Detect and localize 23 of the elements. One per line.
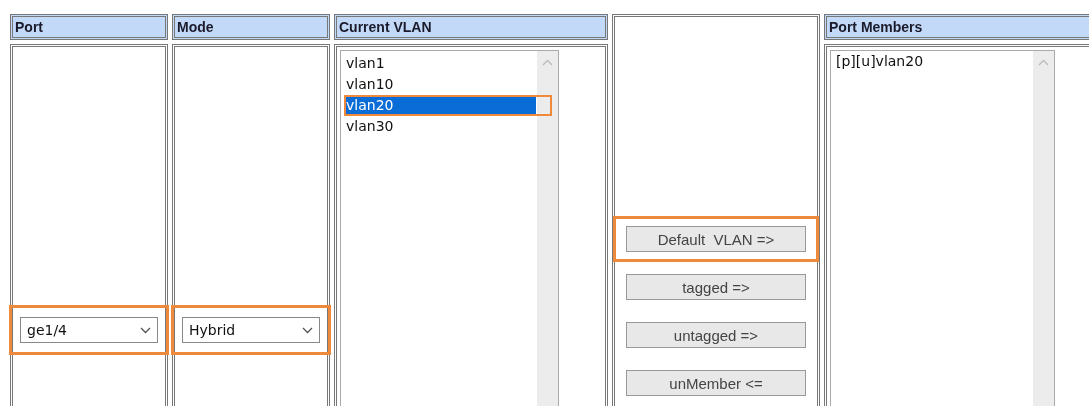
column-header: Mode: [172, 14, 330, 40]
action-button[interactable]: unMember <=: [626, 370, 806, 396]
members-list[interactable]: [p][u]vlan20: [830, 50, 1055, 406]
scroll-up-icon: [542, 59, 553, 66]
port-dropdown[interactable]: ge1/4: [20, 317, 158, 343]
list-item[interactable]: [p][u]vlan20: [834, 53, 1032, 70]
list-item[interactable]: vlan1: [344, 55, 536, 72]
column-header: Current VLAN: [334, 14, 608, 40]
list-item[interactable]: vlan10: [344, 76, 536, 93]
list-item[interactable]: vlan30: [344, 118, 536, 135]
scroll-up-icon: [1038, 59, 1049, 66]
caret-icon: [140, 326, 151, 334]
action-button[interactable]: Default VLAN =>: [626, 226, 806, 252]
column-header: Port: [10, 14, 168, 40]
caret-icon: [302, 326, 313, 334]
scrollbar[interactable]: [1033, 51, 1054, 406]
list-item[interactable]: vlan20: [344, 97, 536, 114]
action-button[interactable]: untagged =>: [626, 322, 806, 348]
vlan-list[interactable]: vlan1 vlan10 vlan20 vlan30: [340, 50, 559, 406]
mode-dropdown[interactable]: Hybrid: [182, 317, 320, 343]
column-header: Port Members: [824, 14, 1089, 40]
scrollbar[interactable]: [537, 51, 558, 406]
action-button[interactable]: tagged =>: [626, 274, 806, 300]
